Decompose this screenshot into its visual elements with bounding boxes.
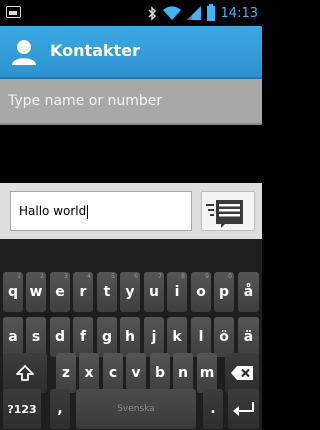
person-icon[interactable] [10, 38, 38, 66]
period-key[interactable]: . [203, 389, 223, 429]
key-x[interactable]: x [79, 353, 99, 393]
key-l[interactable]: l [191, 317, 211, 357]
key-i[interactable]: i8 [167, 272, 187, 312]
key-h[interactable]: h [120, 317, 140, 357]
key-m[interactable]: m [197, 353, 217, 393]
status-bar: 14:13 [0, 0, 262, 26]
enter-key[interactable] [228, 389, 259, 429]
key-b[interactable]: b [150, 353, 170, 393]
compose-bar: Hallo world [0, 183, 262, 239]
screenshot-icon [6, 6, 21, 18]
key-p[interactable]: p0 [214, 272, 234, 312]
text-cursor [87, 204, 89, 219]
recipient-input[interactable] [8, 89, 254, 113]
message-list [0, 127, 262, 183]
key-s[interactable]: s [26, 317, 46, 357]
wifi-icon [162, 6, 181, 20]
action-bar: Kontakter [0, 26, 262, 79]
key-o-umlaut[interactable]: ö [214, 317, 234, 357]
bluetooth-icon [148, 5, 156, 21]
key-o[interactable]: o9 [191, 272, 211, 312]
battery-icon [206, 3, 215, 21]
shift-key[interactable] [3, 353, 47, 393]
status-time: 14:13 [220, 5, 258, 21]
key-f[interactable]: f [73, 317, 93, 357]
space-key[interactable]: Svenska [76, 389, 196, 429]
key-r[interactable]: r4 [73, 272, 93, 312]
key-aring[interactable]: å [238, 272, 259, 312]
backspace-icon [231, 366, 253, 380]
key-u[interactable]: u7 [144, 272, 164, 312]
key-w[interactable]: w2 [26, 272, 46, 312]
key-e[interactable]: e3 [50, 272, 70, 312]
signal-icon [186, 6, 201, 20]
send-button[interactable] [201, 191, 255, 231]
message-text: Hallo world [19, 204, 89, 219]
key-n[interactable]: n [173, 353, 193, 393]
key-g[interactable]: g [97, 317, 117, 357]
key-k[interactable]: k [167, 317, 187, 357]
key-t[interactable]: t5 [97, 272, 117, 312]
key-v[interactable]: v [126, 353, 146, 393]
key-c[interactable]: c [103, 353, 123, 393]
key-z[interactable]: z [56, 353, 76, 393]
comma-key[interactable]: , [50, 389, 70, 429]
key-j[interactable]: j [144, 317, 164, 357]
key-a[interactable]: a [3, 317, 23, 357]
keyboard: q1 w2 e3 r4 t5 y6 u7 i8 o9 p0 å a s d f … [0, 239, 262, 430]
backspace-key[interactable] [225, 353, 259, 393]
shift-icon [16, 365, 34, 381]
symbols-key[interactable]: ?123 [3, 389, 41, 429]
key-y[interactable]: y6 [120, 272, 140, 312]
key-q[interactable]: q1 [3, 272, 23, 312]
enter-icon [232, 402, 254, 416]
message-input[interactable]: Hallo world [10, 191, 192, 231]
status-icons: 14:13 [148, 3, 258, 22]
send-message-icon [206, 200, 243, 228]
page-title[interactable]: Kontakter [50, 41, 140, 60]
key-d[interactable]: d [50, 317, 70, 357]
recipient-field[interactable] [0, 79, 262, 125]
key-a-umlaut[interactable]: ä [238, 317, 259, 357]
